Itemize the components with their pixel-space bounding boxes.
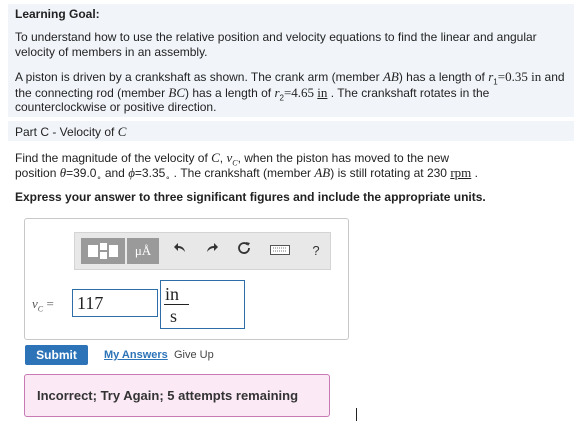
units-button[interactable]: μÅ (127, 238, 159, 264)
my-answers-link[interactable]: My Answers (104, 349, 168, 361)
help-button[interactable]: ? (305, 239, 327, 263)
member-bc-label: BC (168, 85, 186, 100)
feedback-box: Incorrect; Try Again; 5 attempts remaini… (24, 374, 330, 417)
goal-text-line-1: To understand how to use the relative po… (15, 30, 537, 44)
unit-denominator: s (170, 306, 178, 326)
templates-button[interactable] (81, 238, 125, 264)
learning-goal-heading: Learning Goal: (15, 7, 100, 21)
equation-toolbar: μÅ ? (74, 232, 331, 270)
problem-text-line-3: counterclockwise or positive direction. (15, 100, 217, 114)
feedback-message: Incorrect; Try Again; 5 attempts remaini… (37, 388, 299, 403)
submit-button[interactable]: Submit (25, 345, 88, 365)
help-label: ? (312, 243, 320, 258)
reset-icon (238, 242, 250, 254)
text-cursor (356, 408, 357, 421)
answer-variable-label: vC = (32, 296, 54, 314)
undo-icon (174, 243, 185, 252)
answer-unit-input[interactable]: in s (160, 280, 245, 329)
goal-text-line-2: velocity of members in an assembly. (15, 45, 208, 59)
redo-icon (207, 243, 218, 252)
templates-icon (88, 243, 118, 259)
give-up-link[interactable]: Give Up (174, 349, 214, 361)
undo-button[interactable] (169, 239, 191, 263)
redo-button[interactable] (201, 239, 223, 263)
reset-button[interactable] (233, 239, 255, 263)
part-title: Part C - Velocity of C (15, 124, 127, 139)
member-ab-label: AB (382, 69, 399, 84)
fraction-bar (164, 304, 189, 305)
unit-link-rpm[interactable]: rpm (450, 165, 471, 180)
unit-link-in[interactable]: in (317, 85, 327, 100)
keyboard-icon (270, 245, 290, 255)
question-line-2: position θ=39.0∘ and ϕ=3.35∘ . The crank… (15, 165, 478, 183)
unit-numerator: in (165, 284, 180, 304)
answer-value-input[interactable]: 117 (72, 289, 158, 317)
units-label: μÅ (134, 243, 152, 258)
keyboard-button[interactable] (267, 239, 293, 263)
answer-instruction: Express your answer to three significant… (15, 190, 486, 204)
